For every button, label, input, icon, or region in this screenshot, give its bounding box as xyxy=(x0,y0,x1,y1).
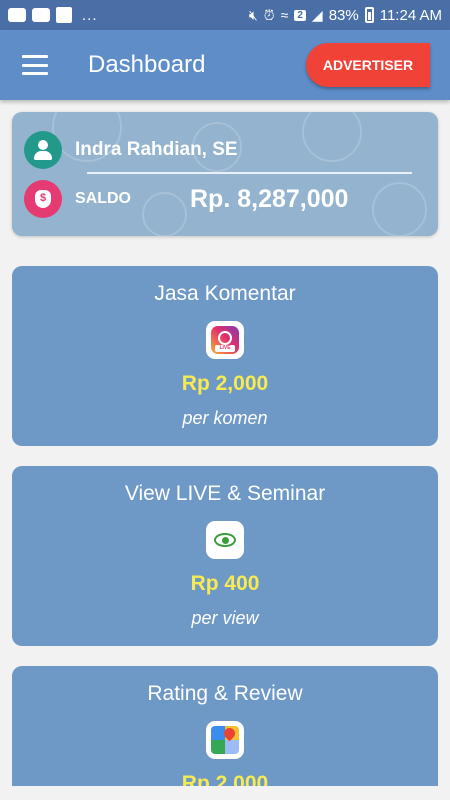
more-notifications: ... xyxy=(82,6,98,24)
google-maps-icon xyxy=(206,721,244,759)
signal-icon: ◢ xyxy=(311,6,323,23)
hamburger-menu-icon[interactable] xyxy=(22,55,48,75)
service-unit: per komen xyxy=(182,408,268,428)
battery-icon xyxy=(364,7,374,23)
page-title: Dashboard xyxy=(88,51,206,78)
clock: 11:24 AM xyxy=(379,6,442,24)
alarm-icon: ⏰︎ xyxy=(263,6,275,23)
service-price: Rp 400 xyxy=(190,572,260,595)
divider xyxy=(87,172,412,174)
mute-icon: 🔇︎ xyxy=(248,6,258,23)
user-avatar-icon xyxy=(24,131,62,169)
service-card-rating-review[interactable]: Rating & Review Rp 2,000 xyxy=(12,666,438,800)
saldo-value: Rp. 8,287,000 xyxy=(190,184,349,213)
wifi-icon: ≈ xyxy=(280,7,289,23)
instagram-live-icon: LIVE xyxy=(206,321,244,359)
saldo-row: SALDO Rp. 8,287,000 xyxy=(24,180,348,218)
service-title: View LIVE & Seminar xyxy=(124,482,326,505)
advertiser-button[interactable]: ADVERTISER xyxy=(306,43,430,87)
service-title: Rating & Review xyxy=(147,682,303,705)
battery-percent: 83% xyxy=(328,6,359,24)
eye-icon xyxy=(206,521,244,559)
service-unit: per view xyxy=(191,608,259,628)
app-bar: Dashboard ADVERTISER xyxy=(0,30,450,100)
youtube-icon xyxy=(8,8,26,22)
saldo-label: SALDO xyxy=(75,190,131,207)
sim-badge: 2 xyxy=(294,9,306,21)
background-doodle xyxy=(302,112,362,162)
money-bag-icon xyxy=(24,180,62,218)
service-card-jasa-komentar[interactable]: Jasa Komentar LIVE Rp 2,000 per komen xyxy=(12,266,438,446)
user-row: Indra Rahdian, SE xyxy=(24,131,238,169)
background-doodle xyxy=(372,182,427,236)
bottom-edge xyxy=(0,786,450,800)
flipboard-icon xyxy=(56,7,72,23)
status-bar: ... 🔇︎ ⏰︎ ≈ 2 ◢ 83% 11:24 AM xyxy=(0,0,450,30)
service-price: Rp 2,000 xyxy=(181,372,269,395)
service-card-view-live[interactable]: View LIVE & Seminar Rp 400 per view xyxy=(12,466,438,646)
user-name: Indra Rahdian, SE xyxy=(75,139,238,160)
notification-icons: ... xyxy=(8,7,98,24)
youtube-icon xyxy=(32,8,50,22)
service-title: Jasa Komentar xyxy=(154,282,296,305)
profile-card: Indra Rahdian, SE SALDO Rp. 8,287,000 xyxy=(12,112,438,236)
